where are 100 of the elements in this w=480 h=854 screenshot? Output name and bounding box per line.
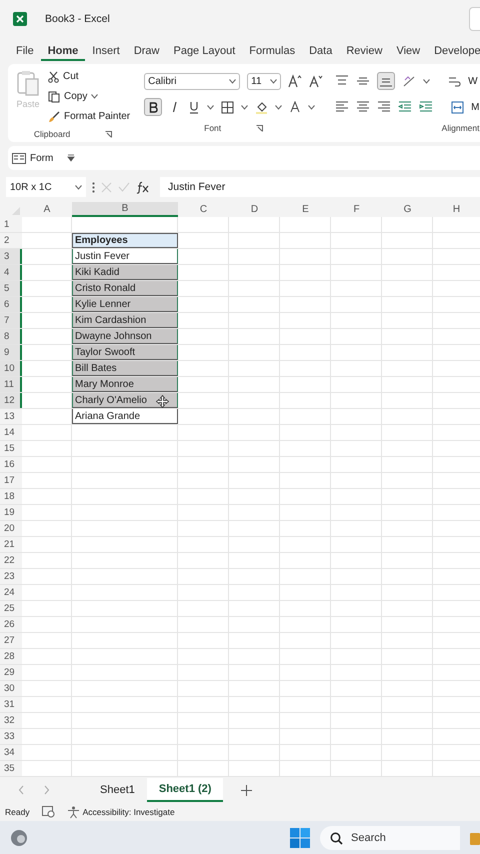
bottom-align-button[interactable]: [377, 72, 396, 90]
customize-dropdown-icon[interactable]: [67, 154, 76, 162]
table-cell[interactable]: Kiki Kadid: [72, 265, 178, 280]
merge-center-icon[interactable]: [451, 100, 464, 114]
row-header[interactable]: 17: [0, 473, 22, 488]
align-left-icon[interactable]: [335, 101, 350, 113]
accessibility-status[interactable]: Accessibility: Investigate: [82, 807, 175, 817]
row-header[interactable]: 8: [0, 329, 22, 344]
row-header[interactable]: 35: [0, 761, 22, 776]
row-header[interactable]: 24: [0, 585, 22, 600]
name-box[interactable]: 10R x 1C: [6, 177, 86, 197]
row-header[interactable]: 31: [0, 697, 22, 712]
table-cell[interactable]: Kim Cardashion: [72, 313, 178, 328]
row-header[interactable]: 11: [0, 377, 22, 392]
underline-icon[interactable]: [188, 100, 200, 114]
column-header[interactable]: G: [382, 202, 433, 217]
decrease-indent-icon[interactable]: [398, 101, 412, 113]
row-header[interactable]: 6: [0, 297, 22, 312]
copy-button[interactable]: Copy: [48, 88, 130, 105]
caret-icon[interactable]: [423, 78, 430, 84]
row-header[interactable]: 29: [0, 665, 22, 680]
grow-font-icon[interactable]: [288, 74, 302, 88]
table-cell[interactable]: Charly O'Amelio: [72, 393, 178, 408]
row-header[interactable]: 33: [0, 729, 22, 744]
row-header[interactable]: 25: [0, 601, 22, 616]
row-header[interactable]: 15: [0, 441, 22, 456]
check-icon[interactable]: [118, 182, 130, 192]
table-cell[interactable]: Kylie Lenner: [72, 297, 178, 312]
column-header[interactable]: F: [331, 202, 382, 217]
caret-icon[interactable]: [308, 104, 316, 110]
caret-icon[interactable]: [241, 104, 248, 110]
ribbon-tab[interactable]: Draw: [126, 41, 166, 61]
wrap-text-label[interactable]: W: [468, 76, 478, 86]
row-header[interactable]: 34: [0, 745, 22, 760]
browser-icon[interactable]: [10, 828, 28, 846]
table-cell[interactable]: Mary Monroe: [72, 377, 178, 392]
insert-function-icon[interactable]: [136, 180, 150, 194]
font-color-icon[interactable]: [289, 100, 302, 114]
row-header[interactable]: 5: [0, 281, 22, 296]
row-header[interactable]: 19: [0, 505, 22, 520]
column-header[interactable]: E: [280, 202, 331, 217]
row-header[interactable]: 3: [0, 249, 22, 264]
row-header[interactable]: 16: [0, 457, 22, 472]
row-header[interactable]: 2: [0, 233, 22, 248]
ribbon-tab[interactable]: View: [389, 41, 428, 61]
row-header[interactable]: 32: [0, 713, 22, 728]
caret-icon[interactable]: [270, 78, 278, 84]
top-align-icon[interactable]: [335, 75, 350, 87]
row-header[interactable]: 22: [0, 553, 22, 568]
windows-start-icon[interactable]: [290, 828, 310, 848]
shrink-font-icon[interactable]: [309, 74, 324, 88]
caret-icon[interactable]: [275, 104, 282, 110]
text-orientation-icon[interactable]: [402, 74, 416, 88]
format-painter-button[interactable]: Format Painter: [48, 108, 130, 125]
row-header[interactable]: 18: [0, 489, 22, 504]
ribbon-tab[interactable]: Page Layout: [166, 41, 242, 61]
row-header[interactable]: 7: [0, 313, 22, 328]
table-cell[interactable]: Cristo Ronald: [72, 281, 178, 296]
merge-label[interactable]: M: [471, 102, 480, 112]
fill-color-icon[interactable]: [255, 100, 268, 114]
row-header[interactable]: 20: [0, 521, 22, 536]
more-options-icon[interactable]: [92, 182, 95, 192]
table-cell[interactable]: Taylor Swooft: [72, 345, 178, 360]
wrap-text-icon[interactable]: [448, 74, 462, 88]
ribbon-tab[interactable]: File: [9, 41, 41, 61]
row-header[interactable]: 30: [0, 681, 22, 696]
caret-icon[interactable]: [207, 104, 214, 110]
borders-icon[interactable]: [221, 100, 234, 114]
cut-button[interactable]: Cut: [48, 68, 130, 85]
row-header[interactable]: 12: [0, 393, 22, 408]
align-center-icon[interactable]: [356, 101, 370, 113]
table-cell[interactable]: Ariana Grande: [72, 409, 178, 424]
table-cell[interactable]: Dwayne Johnson: [72, 329, 178, 344]
row-header[interactable]: 1: [0, 217, 22, 232]
font-name-dropdown[interactable]: Calibri: [144, 72, 240, 90]
column-header[interactable]: B: [72, 202, 178, 217]
caret-icon[interactable]: [229, 78, 236, 84]
row-header[interactable]: 4: [0, 265, 22, 280]
row-header[interactable]: 26: [0, 617, 22, 632]
search-field[interactable]: Search: [320, 826, 460, 850]
row-header[interactable]: 28: [0, 649, 22, 664]
ribbon-tab[interactable]: Develope: [427, 41, 480, 61]
table-cell[interactable]: Employees: [72, 233, 178, 248]
add-sheet-icon[interactable]: [241, 784, 252, 796]
column-header[interactable]: D: [229, 202, 280, 217]
row-header[interactable]: 9: [0, 345, 22, 360]
row-header[interactable]: 21: [0, 537, 22, 552]
increase-indent-icon[interactable]: [419, 101, 434, 113]
dialog-launcher-icon[interactable]: [105, 130, 112, 138]
macro-recorder-icon[interactable]: [42, 806, 55, 818]
column-header[interactable]: H: [433, 202, 480, 217]
bold-button[interactable]: [144, 98, 162, 116]
row-header[interactable]: 10: [0, 361, 22, 376]
ribbon-tab[interactable]: Home: [40, 41, 86, 61]
row-header[interactable]: 23: [0, 569, 22, 584]
font-size-dropdown[interactable]: 11: [247, 72, 282, 90]
table-cell[interactable]: Bill Bates: [72, 361, 178, 376]
dialog-launcher-icon[interactable]: [256, 124, 264, 132]
row-header[interactable]: 14: [0, 425, 22, 440]
caret-icon[interactable]: [91, 94, 98, 99]
